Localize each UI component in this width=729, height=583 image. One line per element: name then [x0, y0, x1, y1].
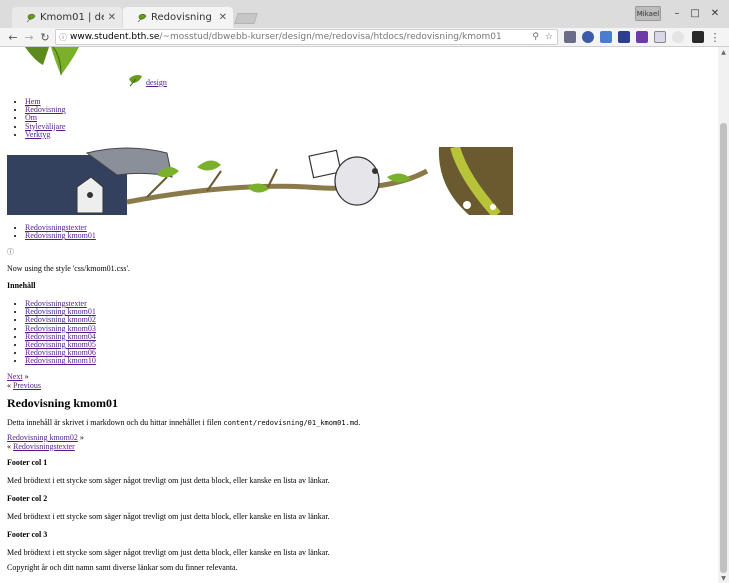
toc-heading: Innehåll [7, 281, 36, 290]
close-window-icon[interactable]: ✕ [708, 6, 722, 20]
bookmark-star-icon[interactable]: ☆ [545, 32, 553, 42]
toc-link[interactable]: Redovisning kmom10 [25, 356, 96, 365]
footer-col-2-text: Med brödtext i ett stycke som säger någo… [7, 512, 330, 521]
profile-button[interactable]: Mikael [635, 6, 661, 21]
intro-text: Detta innehåll är skrivet i markdown och… [7, 418, 224, 427]
reload-icon[interactable]: ↻ [38, 30, 52, 44]
main-navbar: Hem Redovisning Om Stylevälijare Verktyg [7, 97, 65, 139]
vertical-scrollbar[interactable]: ▲ ▼ [718, 47, 729, 583]
style-message: Now using the style 'css/kmom01.css'. [7, 264, 130, 273]
extension-icon[interactable] [582, 31, 594, 43]
extension-icon[interactable] [692, 31, 704, 43]
extension-icon[interactable] [636, 31, 648, 43]
scroll-up-icon[interactable]: ▲ [718, 47, 729, 57]
leaf-favicon-icon [137, 13, 147, 22]
browser-tab-kmom01[interactable]: Kmom01 | design ✕ [12, 7, 122, 28]
extension-icon[interactable] [600, 31, 612, 43]
maximize-icon[interactable]: □ [688, 6, 702, 20]
info-icon[interactable]: ⓘ [7, 248, 14, 256]
navbar-link[interactable]: Verktyg [25, 130, 50, 139]
leaf-icon [129, 75, 142, 87]
toc-item: Redovisning kmom10 [25, 357, 96, 365]
footer-col-1-heading: Footer col 1 [7, 458, 48, 467]
article-title: Redovisning kmom01 [7, 396, 119, 410]
site-info-icon[interactable]: ⓘ [56, 32, 70, 43]
header-banner-image [7, 147, 513, 215]
tab-title: Redovisning kmom0 [151, 12, 215, 23]
extension-icon[interactable] [618, 31, 630, 43]
copyright-text: Copyright år och ditt namn samt diverse … [7, 563, 238, 572]
previous-article-link[interactable]: Redovisningstexter [13, 442, 75, 451]
leaf-logo-icon [25, 47, 79, 76]
intro-filepath: content/redovisning/01_kmom01.md [223, 419, 359, 427]
scrollbar-thumb[interactable] [720, 123, 727, 573]
footer-col-3-heading: Footer col 3 [7, 530, 48, 539]
url-path: /~mosstud/dbwebb-kurser/design/me/redovi… [159, 32, 502, 42]
article-intro: Detta innehåll är skrivet i markdown och… [7, 418, 361, 427]
page-viewport: design Hem Redovisning Om Stylevälijare … [0, 47, 718, 583]
scroll-down-icon[interactable]: ▼ [718, 573, 729, 583]
browser-tab-redovisning[interactable]: Redovisning kmom0 ✕ [123, 7, 233, 28]
menu-kebab-icon[interactable]: ⋮ [708, 30, 722, 44]
eyedropper-extension-icon[interactable] [564, 31, 576, 43]
next-arrow: » [77, 433, 84, 442]
previous-link[interactable]: Previous [13, 381, 41, 390]
subnav-link[interactable]: Redovisning kmom01 [25, 231, 96, 240]
extension-icon[interactable] [654, 31, 666, 43]
site-logo: design [127, 73, 167, 87]
close-tab-icon[interactable]: ✕ [108, 12, 116, 23]
site-logo-link[interactable]: design [146, 78, 167, 87]
article-pager: Redovisning kmom02 » « Redovisningstexte… [7, 433, 84, 451]
close-tab-icon[interactable]: ✕ [219, 12, 227, 23]
footer-col-2-heading: Footer col 2 [7, 494, 48, 503]
browser-toolbar: ← → ↻ ⓘ www.student.bth.se /~mosstud/dbw… [0, 28, 729, 47]
forward-arrow-icon[interactable]: → [22, 30, 36, 44]
toc-list: Redovisningstexter Redovisning kmom01 Re… [7, 299, 96, 366]
pager: Next » « Previous [7, 372, 41, 390]
leaf-favicon-icon [26, 13, 36, 22]
new-tab-button[interactable] [234, 13, 258, 24]
minimize-icon[interactable]: – [670, 6, 684, 20]
url-host: www.student.bth.se [70, 32, 160, 42]
zoom-search-icon[interactable]: ⚲ [532, 32, 539, 42]
intro-end: . [358, 418, 361, 427]
address-bar[interactable]: ⓘ www.student.bth.se /~mosstud/dbwebb-ku… [55, 29, 558, 45]
back-arrow-icon[interactable]: ← [6, 30, 20, 44]
footer-col-1-text: Med brödtext i ett stycke som säger någo… [7, 476, 330, 485]
footer-col-3-text: Med brödtext i ett stycke som säger någo… [7, 548, 330, 557]
subnav-item: Redovisning kmom01 [25, 232, 96, 240]
browser-titlebar: Kmom01 | design ✕ Redovisning kmom0 ✕ Mi… [0, 0, 729, 28]
extension-icon[interactable] [672, 31, 684, 43]
sub-navbar: Redovisningstexter Redovisning kmom01 [7, 223, 96, 240]
navbar-item-verktyg: Verktyg [25, 130, 65, 139]
tab-title: Kmom01 | design [40, 12, 104, 23]
